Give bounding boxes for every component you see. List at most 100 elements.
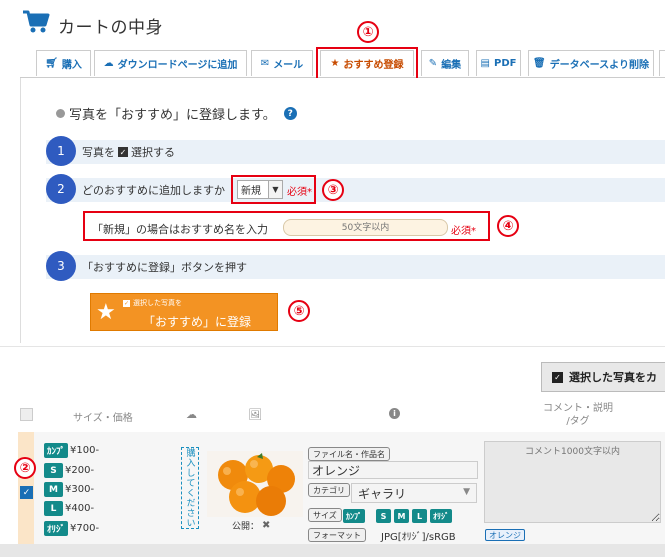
cart-icon	[23, 10, 50, 33]
close-icon[interactable]: ✖	[262, 520, 270, 531]
price-item-s[interactable]: S ¥200-	[44, 463, 94, 478]
tab-label: 購入	[61, 60, 82, 71]
price-item-m[interactable]: M ¥300-	[44, 482, 94, 497]
tab-add-download-page[interactable]: ☁ ダウンロードページに追加	[94, 50, 247, 76]
tab-label: 編集	[441, 60, 462, 71]
size-badge-original[interactable]: ｵﾘｼﾞ	[430, 509, 452, 523]
selected-photos-button-label: 選択した写真をカ	[569, 371, 657, 384]
cloud-download-icon: ☁	[186, 408, 197, 421]
size-badge: M	[44, 482, 63, 497]
select-all-checkbox[interactable]	[20, 408, 33, 421]
price-item-original[interactable]: ｵﾘｼﾞ ¥700-	[44, 521, 99, 536]
tab-label: データベースより削除	[549, 60, 649, 71]
panel-intro: 写真を「おすすめ」に登録します。 ?	[56, 104, 297, 123]
step-row-2: 2 どのおすすめに追加しますか	[46, 174, 665, 204]
size-badge-m[interactable]: M	[394, 509, 409, 523]
pencil-icon: ✎	[428, 58, 438, 69]
category-label: カテゴリ	[308, 483, 350, 497]
callout-box-3	[231, 175, 316, 204]
header: カートの中身	[0, 0, 665, 50]
info-icon: i	[389, 408, 400, 419]
size-badge-s[interactable]: S	[376, 509, 391, 523]
callout-number-4: ④	[497, 215, 519, 237]
format-label: フォーマット	[308, 528, 366, 542]
checkbox-icon: ✓	[552, 371, 563, 383]
price-value: ¥200-	[65, 465, 95, 476]
pdf-file-icon: ▤	[480, 58, 490, 69]
tab-purchase[interactable]: 🛒︎ 購入	[36, 50, 91, 76]
row-checkbox[interactable]: ✓	[20, 486, 33, 499]
callout-number-2: ②	[14, 457, 36, 479]
price-item-l[interactable]: L ¥400-	[44, 501, 94, 516]
trash-icon: 🗑︎	[532, 58, 546, 69]
tab-overflow[interactable]	[659, 50, 665, 76]
column-comment-line2: /タグ	[566, 416, 590, 427]
step-number-3: 3	[46, 251, 76, 281]
filename-label: ファイル名・作品名	[308, 447, 390, 461]
photo-thumbnail[interactable]	[207, 451, 303, 517]
tab-label: ダウンロードページに追加	[117, 60, 238, 71]
price-value: ¥300-	[65, 484, 95, 495]
callout-box-4	[83, 211, 490, 241]
size-badge: L	[44, 501, 63, 516]
price-value: ¥400-	[65, 503, 95, 514]
image-icon: 🖼︎	[248, 408, 262, 421]
register-small-text: 選択した写真を	[133, 299, 182, 307]
checkbox-icon: ✓	[118, 147, 128, 157]
buy-prompt[interactable]: 購入してください	[181, 447, 199, 529]
tab-label: メール	[273, 60, 304, 71]
tab-edit[interactable]: ✎ 編集	[421, 50, 469, 76]
step-text-3: 「おすすめに登録」ボタンを押す	[82, 261, 247, 274]
callout-box-1	[316, 47, 418, 81]
public-status: 公開： ✖	[232, 519, 270, 532]
public-label: 公開：	[232, 522, 260, 532]
bottom-scrollbar[interactable]	[0, 544, 665, 557]
step-number-2: 2	[46, 174, 76, 204]
envelope-icon: ✉	[260, 58, 270, 69]
column-comment-line1: コメント・説明	[543, 403, 613, 414]
price-value: ¥700-	[70, 523, 100, 534]
selected-photos-button[interactable]: ✓ 選択した写真をカ	[541, 362, 665, 392]
size-badge-l[interactable]: L	[412, 509, 427, 523]
size-badge: S	[44, 463, 63, 478]
register-button-subtext: ✓ 選択した写真を	[123, 298, 182, 308]
register-recommend-button[interactable]: ★ ✓ 選択した写真を 「おすすめ」に登録	[90, 293, 278, 331]
step-text-1-before: 写真を	[82, 146, 115, 159]
comment-textarea[interactable]	[484, 441, 661, 523]
step-text-1-after: 選択する	[131, 146, 175, 159]
size-label: サイズ	[308, 508, 342, 522]
step-text-1: 写真を ✓ 選択する	[82, 144, 175, 160]
tab-mail[interactable]: ✉ メール	[251, 50, 313, 76]
callout-number-3: ③	[322, 179, 344, 201]
price-item-comp[interactable]: ｶﾝﾌﾟ ¥100-	[44, 443, 99, 458]
section-divider	[0, 346, 665, 347]
bullet-icon	[56, 109, 65, 118]
star-icon: ★	[96, 300, 116, 325]
table-row: ✓ ｶﾝﾌﾟ ¥100- S ¥200- M ¥300- L ¥400- ｵﾘｼ…	[18, 432, 665, 544]
cloud-download-icon: ☁	[103, 58, 114, 69]
checkbox-icon: ✓	[123, 299, 130, 307]
callout-number-1: ①	[357, 21, 379, 43]
chevron-down-icon: ▼	[463, 487, 470, 497]
size-badge: ｵﾘｼﾞ	[44, 521, 69, 536]
step-number-1: 1	[46, 136, 76, 166]
cart-icon: 🛒︎	[45, 58, 58, 69]
step-row-3: 3 「おすすめに登録」ボタンを押す	[46, 251, 665, 281]
column-size-price: サイズ・価格	[73, 413, 133, 424]
tab-label: PDF	[493, 58, 517, 69]
table-header: サイズ・価格 ☁ 🖼︎ i コメント・説明 /タグ	[18, 402, 665, 432]
format-value: JPG[ｵﾘｼﾞ]/sRGB	[381, 532, 456, 543]
category-value: ギャラリ	[358, 486, 407, 501]
tab-delete-from-database[interactable]: 🗑︎ データベースより削除	[528, 50, 654, 76]
tag-chip[interactable]: オレンジ	[485, 529, 525, 541]
step-row-1: 1 写真を ✓ 選択する	[46, 136, 665, 166]
register-button-label: 「おすすめ」に登録	[143, 315, 252, 329]
size-badge: ｶﾝﾌﾟ	[44, 443, 69, 458]
filename-field[interactable]: オレンジ	[308, 461, 478, 479]
callout-number-5: ⑤	[288, 300, 310, 322]
help-icon[interactable]: ?	[283, 107, 297, 120]
page-title: カートの中身	[58, 18, 163, 38]
size-badge-comp[interactable]: ｶﾝﾌﾟ	[343, 509, 365, 523]
category-select[interactable]: ギャラリ ▼	[351, 483, 477, 503]
tab-pdf[interactable]: ▤ PDF	[476, 50, 521, 76]
